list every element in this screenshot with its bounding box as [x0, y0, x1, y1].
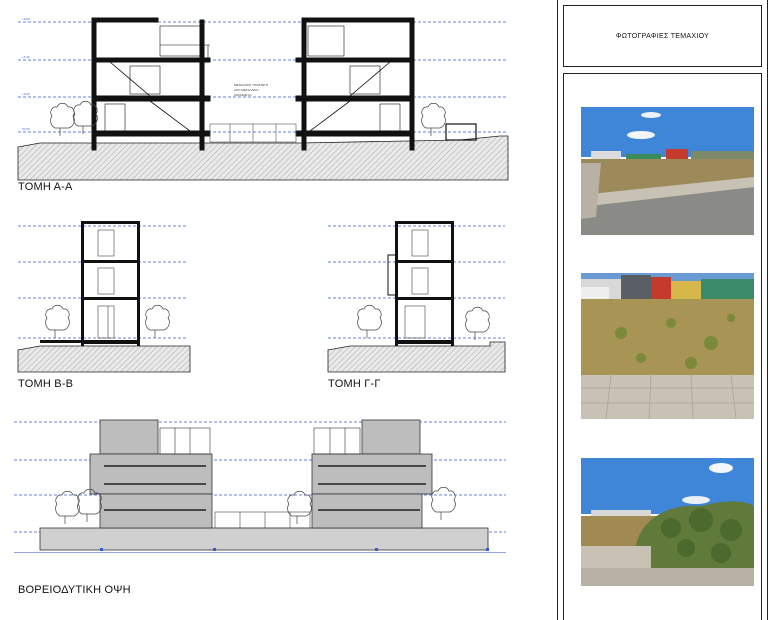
- section-bb-drawing: [17, 221, 191, 373]
- elevation-drawing: [14, 419, 506, 579]
- svg-text:ΜΕΤΑΛΛΙΚΟ ΥΠΟΣΤΕΓΟ: ΜΕΤΑΛΛΙΚΟ ΥΠΟΣΤΕΓΟ: [234, 83, 269, 87]
- plot-photo-1: [581, 107, 754, 235]
- sidebar-left-border: [557, 0, 558, 620]
- drawing-sheet: +9.60 +6.40 +3.20 ±0.00 ΜΕΤΑΛΛΙΚΟ ΥΠΟΣΤΕ…: [0, 0, 768, 620]
- svg-text:±0.00: ±0.00: [22, 127, 30, 131]
- photos-title-box: ΦΩΤΟΓΡΑΦΙΕΣ ΤΕΜΑΧΙΟΥ: [563, 5, 762, 67]
- plot-photo-2: [581, 273, 754, 419]
- architectural-drawings: +9.60 +6.40 +3.20 ±0.00 ΜΕΤΑΛΛΙΚΟ ΥΠΟΣΤΕΓΟ…: [14, 17, 509, 579]
- section-aa-drawing: +9.60 +6.40 +3.20 ±0.00 ΜΕΤΑΛΛΙΚΟ ΥΠΟΣΤΕΓΟ…: [17, 17, 509, 181]
- section-gg-drawing: [327, 221, 506, 373]
- section-aa-title: ΤΟΜΗ Α-Α: [18, 181, 73, 193]
- svg-text:+6.40: +6.40: [22, 55, 30, 59]
- section-bb-title: ΤΟΜΗ Β-Β: [18, 378, 74, 390]
- svg-text:+9.60: +9.60: [22, 17, 30, 21]
- elevation-title: ΒΟΡΕΙΟΔΥΤΙΚΗ ΟΨΗ: [18, 584, 131, 596]
- photos-title: ΦΩΤΟΓΡΑΦΙΕΣ ΤΕΜΑΧΙΟΥ: [615, 32, 710, 40]
- svg-text:ΚΑΤΑΣΚΕΥΗ: ΚΑΤΑΣΚΕΥΗ: [234, 93, 251, 97]
- plot-photo-3: [581, 458, 754, 586]
- svg-text:+3.20: +3.20: [22, 92, 30, 96]
- section-gg-title: ΤΟΜΗ Γ-Γ: [328, 378, 381, 390]
- svg-text:ΑΠΟ ΜΕΤΑΛΛΙΚΗ: ΑΠΟ ΜΕΤΑΛΛΙΚΗ: [234, 88, 258, 92]
